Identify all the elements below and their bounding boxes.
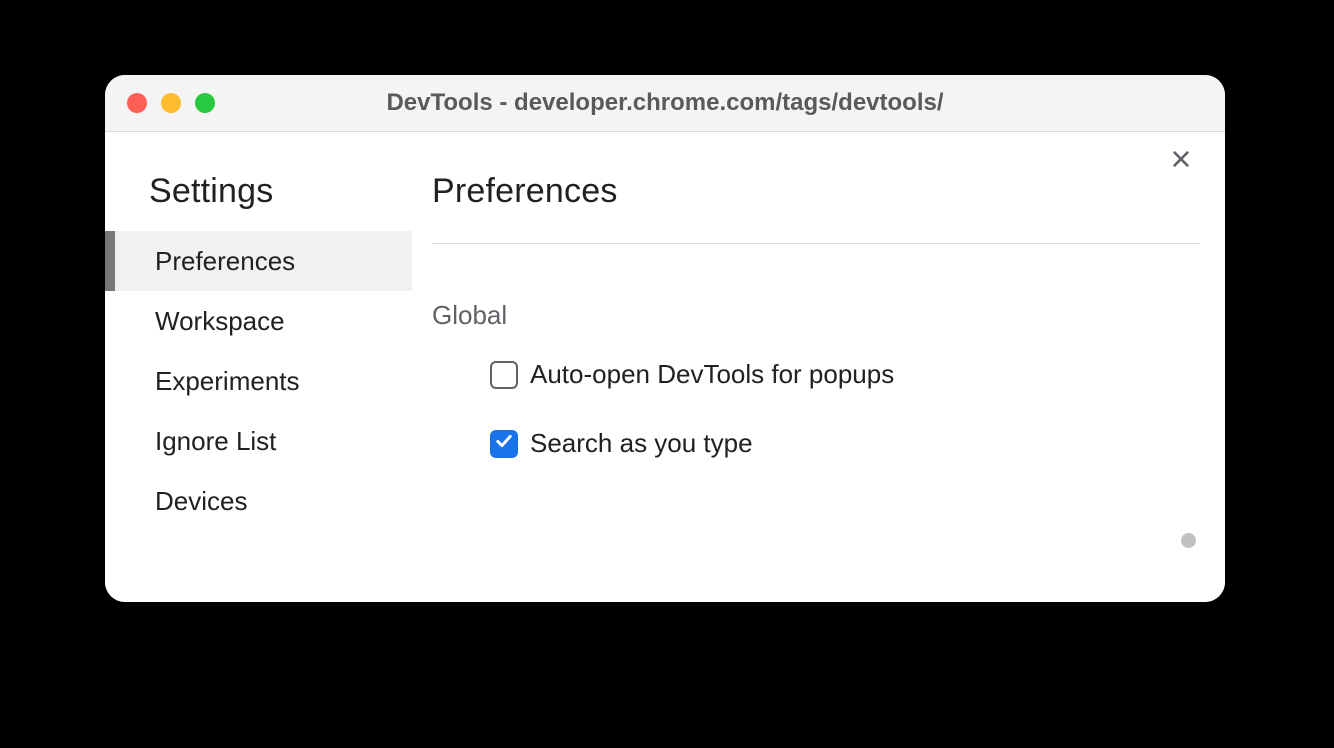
traffic-lights: [127, 93, 215, 113]
sidebar-item-preferences[interactable]: Preferences: [105, 231, 412, 291]
sidebar-item-label: Preferences: [155, 246, 295, 277]
sidebar-item-ignore-list[interactable]: Ignore List: [105, 411, 412, 471]
sidebar-item-label: Workspace: [155, 306, 285, 337]
option-label: Search as you type: [530, 428, 753, 459]
window-title: DevTools - developer.chrome.com/tags/dev…: [105, 89, 1225, 117]
minimize-window-button[interactable]: [161, 93, 181, 113]
sidebar-item-label: Devices: [155, 486, 247, 517]
checkbox-auto-open-devtools[interactable]: [490, 361, 518, 389]
sidebar-item-workspace[interactable]: Workspace: [105, 291, 412, 351]
option-search-as-you-type[interactable]: Search as you type: [432, 428, 1200, 459]
close-window-button[interactable]: [127, 93, 147, 113]
preferences-scroll-area[interactable]: Global Auto-open DevTools for popups Sea…: [432, 244, 1200, 564]
checkbox-search-as-you-type[interactable]: [490, 430, 518, 458]
settings-sidebar: Settings Preferences Workspace Experimen…: [105, 132, 412, 602]
preferences-main: Preferences Global Auto-open DevTools fo…: [412, 132, 1225, 602]
titlebar: DevTools - developer.chrome.com/tags/dev…: [105, 75, 1225, 132]
sidebar-item-label: Experiments: [155, 366, 300, 397]
devtools-window: DevTools - developer.chrome.com/tags/dev…: [105, 75, 1225, 602]
sidebar-title: Settings: [105, 172, 412, 231]
settings-panel: Settings Preferences Workspace Experimen…: [105, 132, 1225, 602]
section-title-global: Global: [432, 300, 1200, 331]
sidebar-item-devices[interactable]: Devices: [105, 471, 412, 531]
option-label: Auto-open DevTools for popups: [530, 359, 894, 390]
sidebar-item-experiments[interactable]: Experiments: [105, 351, 412, 411]
option-auto-open-devtools[interactable]: Auto-open DevTools for popups: [432, 359, 1200, 390]
maximize-window-button[interactable]: [195, 93, 215, 113]
check-icon: [494, 431, 514, 456]
page-title: Preferences: [432, 172, 1200, 243]
scrollbar-thumb[interactable]: [1181, 533, 1196, 548]
sidebar-item-label: Ignore List: [155, 426, 276, 457]
